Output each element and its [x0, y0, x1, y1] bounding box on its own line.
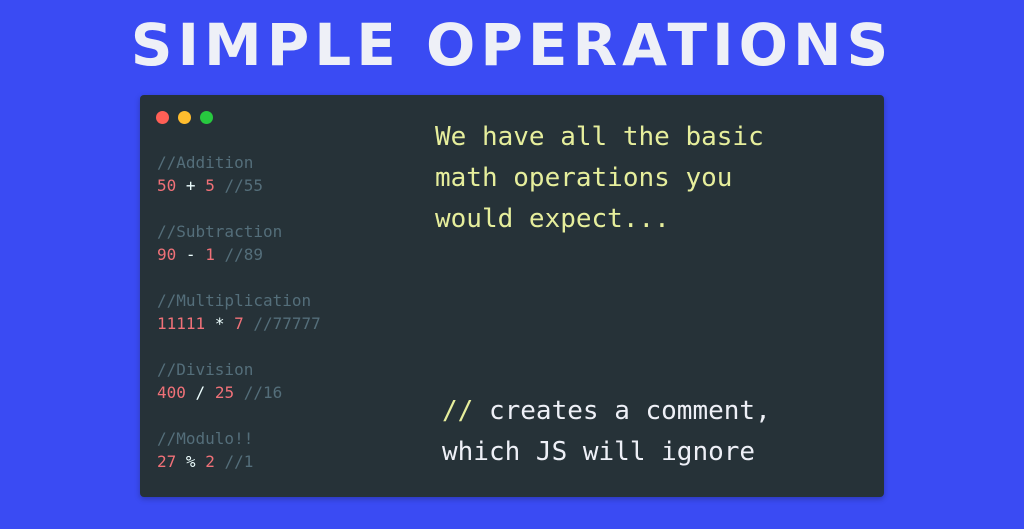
code-block-subtraction: //Subtraction 90 - 1 //89 — [157, 220, 321, 289]
code-block-multiplication: //Multiplication 11111 * 7 //77777 — [157, 289, 321, 358]
minimize-dot-icon[interactable] — [178, 111, 191, 124]
maximize-dot-icon[interactable] — [200, 111, 213, 124]
code-number: 25 — [214, 383, 235, 402]
code-line: 50 + 5 //55 — [157, 174, 321, 197]
code-line: 11111 * 7 //77777 — [157, 312, 321, 335]
code-operator: % — [185, 452, 196, 471]
page-title: SIMPLE OPERATIONS — [130, 11, 894, 79]
code-comment: //Division — [157, 360, 254, 379]
code-line: 90 - 1 //89 — [157, 243, 321, 266]
close-dot-icon[interactable] — [156, 111, 169, 124]
code-number: 27 — [157, 452, 177, 471]
code-number: 50 — [157, 176, 177, 195]
code-result-comment: //1 — [224, 452, 254, 471]
code-comment: //Modulo!! — [157, 429, 254, 448]
description-line: would expect... — [435, 204, 670, 234]
note-text: creates a comment, — [488, 396, 771, 426]
code-number: 2 — [205, 452, 215, 471]
code-comment: //Addition — [157, 153, 254, 172]
code-block-modulo: //Modulo!! 27 % 2 //1 — [157, 427, 321, 496]
code-block-division: //Division 400 / 25 //16 — [157, 358, 321, 427]
code-operator: * — [214, 314, 225, 333]
code-result-comment: //16 — [243, 383, 283, 402]
code-operator: / — [195, 383, 206, 402]
description-text: We have all the basic math operations yo… — [435, 117, 855, 240]
code-block-addition: //Addition 50 + 5 //55 — [157, 151, 321, 220]
code-window: //Addition 50 + 5 //55 //Subtraction 90 … — [140, 95, 884, 497]
code-line: 400 / 25 //16 — [157, 381, 321, 404]
code-comment: //Multiplication — [157, 291, 312, 310]
code-result-comment: //89 — [224, 245, 263, 264]
comment-note: // creates a comment, which JS will igno… — [442, 391, 862, 473]
description-line: We have all the basic — [435, 122, 764, 152]
code-number: 1 — [205, 245, 215, 264]
code-line: 27 % 2 //1 — [157, 450, 321, 473]
comment-slashes: // — [442, 396, 474, 426]
code-number: 90 — [157, 245, 177, 264]
code-operator: - — [185, 245, 196, 264]
code-result-comment: //77777 — [253, 314, 321, 333]
code-number: 7 — [234, 314, 244, 333]
code-result-comment: //55 — [224, 176, 263, 195]
code-number: 400 — [157, 383, 186, 402]
note-line: // creates a comment, — [442, 391, 862, 432]
code-comment: //Subtraction — [157, 222, 283, 241]
code-operator: + — [185, 176, 196, 195]
code-number: 11111 — [157, 314, 206, 333]
description-line: math operations you — [435, 163, 733, 193]
code-snippet: //Addition 50 + 5 //55 //Subtraction 90 … — [157, 151, 321, 496]
code-number: 5 — [205, 176, 215, 195]
note-line: which JS will ignore — [442, 437, 756, 467]
